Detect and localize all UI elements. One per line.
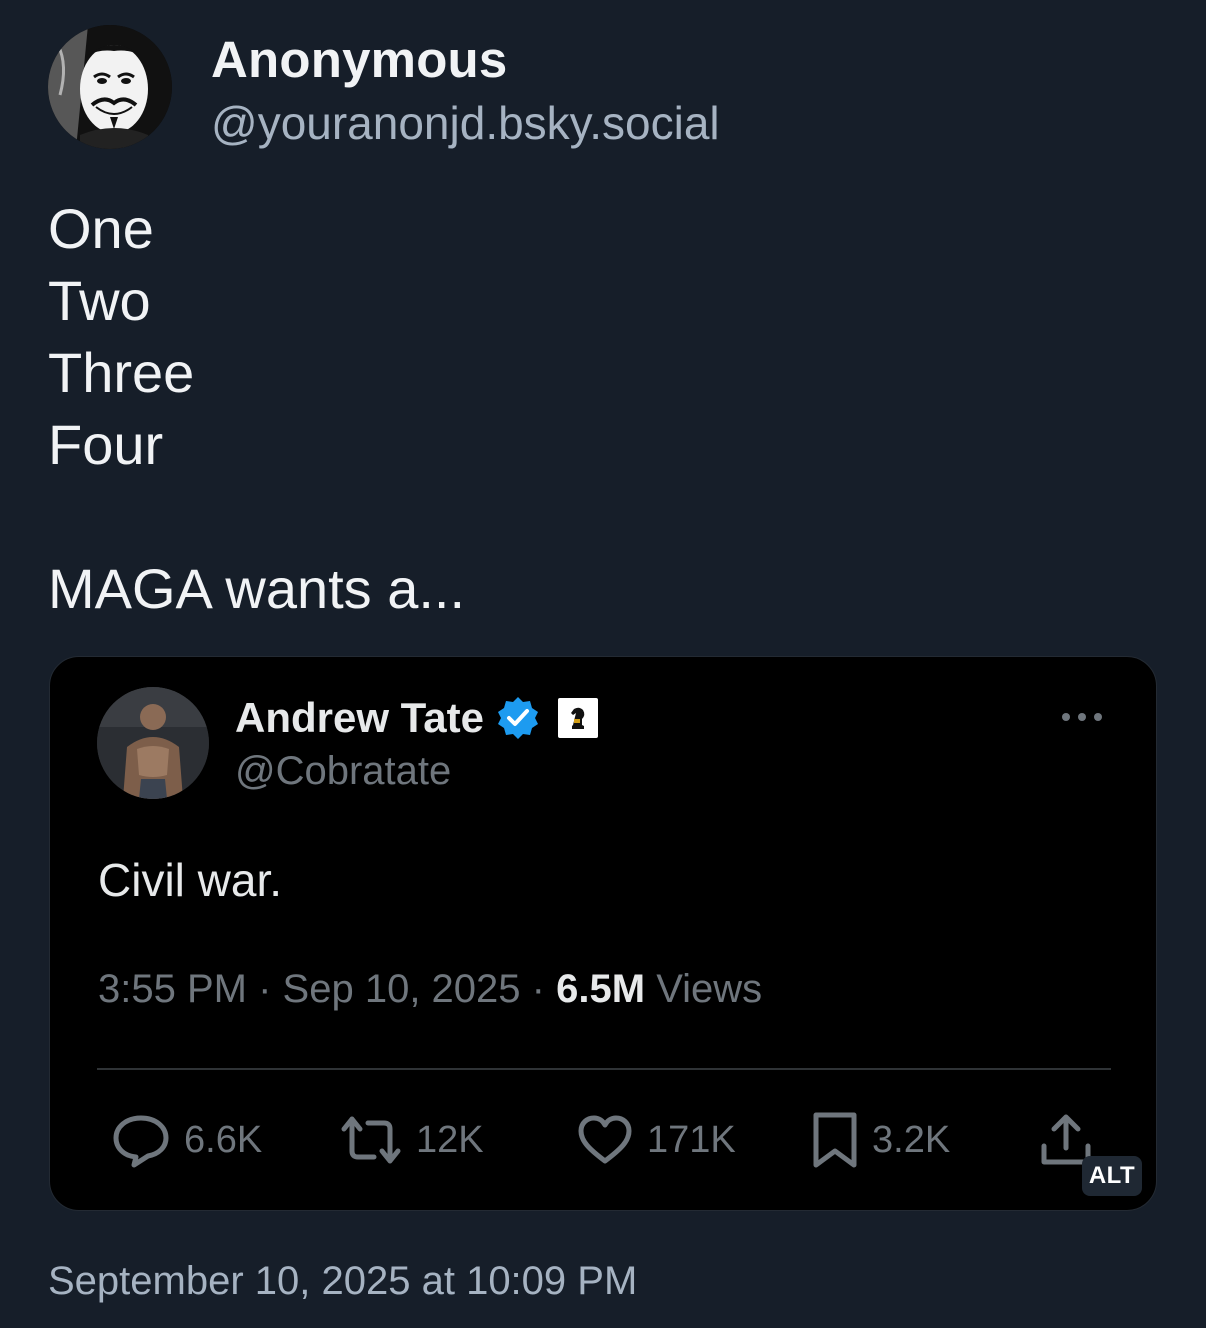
alt-text-badge[interactable]: ALT bbox=[1082, 1156, 1142, 1196]
meta-separator: · bbox=[531, 967, 545, 1011]
profile-photo-avatar-icon bbox=[97, 687, 209, 799]
repost-action: 12K bbox=[340, 1107, 484, 1173]
post-body-line: MAGA wants a... bbox=[48, 557, 466, 620]
reply-count: 6.6K bbox=[184, 1118, 263, 1161]
embed-post-time: 3:55 PM bbox=[98, 967, 247, 1011]
views-count: 6.5M bbox=[556, 967, 646, 1011]
like-count: 171K bbox=[647, 1118, 736, 1161]
chess-knight-affiliate-icon bbox=[557, 698, 598, 738]
meta-separator: · bbox=[258, 967, 272, 1011]
post-body: One Two Three Four MAGA wants a... bbox=[48, 193, 465, 625]
post-body-blank-line bbox=[48, 481, 465, 553]
embed-post-meta: 3:55 PM · Sep 10, 2025 · 6.5M Views bbox=[98, 967, 762, 1012]
embed-author-display-name: Andrew Tate bbox=[235, 694, 484, 741]
bookmark-count: 3.2K bbox=[872, 1118, 951, 1161]
views-label: Views bbox=[656, 967, 763, 1011]
divider bbox=[97, 1068, 1111, 1070]
repost-count: 12K bbox=[416, 1118, 484, 1161]
embed-post-text: Civil war. bbox=[98, 854, 283, 906]
post-body-line: One bbox=[48, 197, 154, 260]
bookmark-action: 3.2K bbox=[812, 1107, 950, 1173]
author-avatar[interactable] bbox=[48, 25, 172, 149]
embedded-post-image[interactable]: Andrew Tate @Cobratate Civil war. 3:55 P… bbox=[49, 656, 1157, 1211]
bookmark-icon bbox=[813, 1112, 857, 1168]
reply-action: 6.6K bbox=[112, 1107, 262, 1173]
reply-icon bbox=[113, 1115, 169, 1168]
guy-fawkes-mask-icon bbox=[48, 25, 172, 149]
embed-author-row: Andrew Tate bbox=[235, 690, 598, 746]
embed-action-bar: 6.6K 12K 171K 3.2K bbox=[50, 1107, 1156, 1177]
embed-author-handle: @Cobratate bbox=[235, 749, 452, 793]
heart-icon bbox=[578, 1115, 632, 1164]
repost-icon bbox=[341, 1116, 401, 1164]
more-options-icon bbox=[1062, 713, 1102, 721]
post-body-line: Three bbox=[48, 341, 195, 404]
post-body-line: Two bbox=[48, 269, 151, 332]
post-timestamp: September 10, 2025 at 10:09 PM bbox=[48, 1259, 638, 1303]
author-display-name[interactable]: Anonymous bbox=[211, 30, 507, 89]
verified-badge-icon bbox=[497, 697, 538, 739]
like-action: 171K bbox=[577, 1107, 736, 1173]
author-handle[interactable]: @youranonjd.bsky.social bbox=[211, 96, 720, 150]
embed-author-avatar bbox=[97, 687, 209, 799]
embed-post-date: Sep 10, 2025 bbox=[282, 967, 521, 1011]
post-body-line: Four bbox=[48, 413, 164, 476]
